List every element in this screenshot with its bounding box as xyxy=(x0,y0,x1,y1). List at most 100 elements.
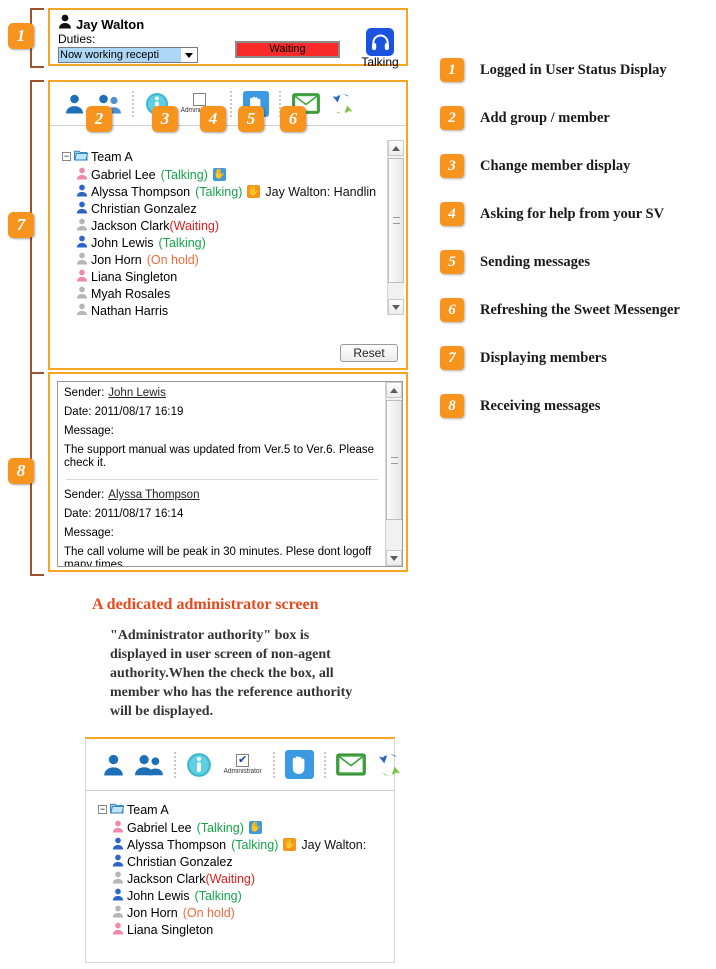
callout-badge-7: 7 xyxy=(8,212,34,238)
message-sender-link[interactable]: John Lewis xyxy=(108,387,166,399)
administrator-checkbox[interactable] xyxy=(193,93,207,106)
message-date-line: Date: 2011/08/17 16:19 xyxy=(64,406,184,418)
legend-label: Sending messages xyxy=(480,254,590,270)
inline-message: Jay Walton: xyxy=(301,837,367,852)
member-name: Jon Horn xyxy=(91,252,142,267)
status-talking: (Talking) xyxy=(194,888,242,903)
raise-hand-icon: ✋ xyxy=(283,838,297,851)
member-name: John Lewis xyxy=(127,888,190,903)
status-talking: (Talking) xyxy=(196,820,244,835)
message-divider xyxy=(66,479,378,480)
messages-scroll-up-button[interactable] xyxy=(386,382,402,398)
collapse-expander-icon[interactable]: − xyxy=(62,152,71,161)
member-list-item[interactable]: Nathan Harris xyxy=(62,302,388,315)
logged-in-user: Jay Walton xyxy=(58,14,144,34)
raise-hand-icon: ✋ xyxy=(212,168,226,181)
person-icon xyxy=(76,303,88,315)
messages-scrollbar-grip xyxy=(390,456,398,464)
messages-scrollbar-thumb[interactable] xyxy=(386,400,402,520)
legend-label: Asking for help from your SV xyxy=(480,206,665,222)
tree-root-row[interactable]: − Team A xyxy=(62,148,388,165)
info-icon[interactable] xyxy=(186,752,212,778)
legend-item: 7 Displaying members xyxy=(440,346,710,394)
mail-envelope-icon[interactable] xyxy=(336,753,367,776)
status-talking: (Talking) xyxy=(158,235,206,250)
user-name: Jay Walton xyxy=(76,16,145,32)
message-sender-link[interactable]: Alyssa Thompson xyxy=(108,489,199,501)
scroll-down-button[interactable] xyxy=(388,299,404,315)
status-talking: (Talking) xyxy=(195,184,243,199)
member-list-item[interactable]: Myah Rosales xyxy=(62,285,388,302)
member-list-item[interactable]: Liana Singleton xyxy=(62,268,388,285)
administrator-checkbox[interactable] xyxy=(236,754,250,767)
refresh-arrows-icon[interactable] xyxy=(330,92,355,116)
duties-select[interactable]: Now working recepti xyxy=(58,47,198,63)
administrator-screen-panel: Administrator − Team A Gabriel Lee (Talking… xyxy=(85,737,401,963)
legend-number-badge: 1 xyxy=(440,58,464,82)
legend-item: 6 Refreshing the Sweet Messenger xyxy=(440,298,710,346)
member-list-item[interactable]: Liana Singleton xyxy=(98,921,394,938)
member-list-item[interactable]: Jon Horn (On hold) xyxy=(62,251,388,268)
collapse-expander-icon[interactable]: − xyxy=(98,805,107,814)
person-icon xyxy=(112,888,124,904)
member-list-item[interactable]: John Lewis (Talking) xyxy=(98,887,394,904)
member-list-item[interactable]: Jackson Clark (Waiting) xyxy=(62,217,388,234)
person-icon xyxy=(76,252,88,268)
status-talking: (Talking) xyxy=(231,837,279,852)
talking-label: Talking xyxy=(361,55,399,69)
legend-item: 2 Add group / member xyxy=(440,106,710,154)
raise-hand-icon: ✋ xyxy=(247,185,261,198)
add-member-icon[interactable] xyxy=(102,753,125,776)
scroll-up-button[interactable] xyxy=(388,140,404,156)
member-list-item[interactable]: Christian Gonzalez xyxy=(62,200,388,217)
administrator-checkbox-group[interactable]: Administrator xyxy=(222,754,263,775)
waiting-status-button[interactable]: Waiting xyxy=(235,41,340,58)
person-icon xyxy=(76,269,88,285)
refresh-arrows-icon[interactable] xyxy=(376,752,403,778)
messages-scrollbar[interactable] xyxy=(385,382,402,566)
member-list-scrollbar[interactable] xyxy=(387,140,404,315)
member-name: Alyssa Thompson xyxy=(127,837,227,852)
member-name: Jon Horn xyxy=(127,905,178,920)
chevron-down-icon[interactable] xyxy=(181,48,197,62)
toolbar-divider-1 xyxy=(174,751,176,778)
logged-in-user-status-panel: Jay Walton Duties: Now working recepti W… xyxy=(48,8,408,69)
talking-status[interactable]: Talking xyxy=(360,28,400,69)
person-icon xyxy=(112,922,124,938)
member-list-item[interactable]: Jon Horn (On hold) xyxy=(98,904,394,921)
member-name: John Lewis xyxy=(91,235,154,250)
administrator-toolbar: Administrator xyxy=(86,739,401,791)
add-member-icon[interactable] xyxy=(64,93,85,114)
callout-badge-5: 5 xyxy=(238,106,264,132)
person-icon xyxy=(112,871,124,887)
member-list-item[interactable]: Alyssa Thompson (Talking) ✋ Jay Walton: xyxy=(98,836,394,853)
member-name: Gabriel Lee xyxy=(127,820,192,835)
member-list-item[interactable]: Gabriel Lee (Talking) ✋ xyxy=(98,819,394,836)
member-list-item[interactable]: Jackson Clark (Waiting) xyxy=(98,870,394,887)
member-tree: − Team A Gabriel Lee (Talking) ✋ Alyssa Thomp… xyxy=(52,140,388,315)
person-icon xyxy=(76,167,88,183)
legend-item: 5 Sending messages xyxy=(440,250,710,298)
member-list-item[interactable]: John Lewis (Talking) xyxy=(62,234,388,251)
member-list-item[interactable]: Gabriel Lee (Talking) ✋ xyxy=(62,166,388,183)
add-group-icon[interactable] xyxy=(135,753,164,776)
person-icon xyxy=(112,837,124,853)
tree-root-row[interactable]: − Team A xyxy=(98,801,394,818)
message-body: The call volume will be peak in 30 minut… xyxy=(64,546,372,567)
legend-number-badge: 5 xyxy=(440,250,464,274)
duties-label: Duties: xyxy=(58,32,96,46)
member-name: Nathan Harris xyxy=(91,303,169,316)
messages-scroll-down-button[interactable] xyxy=(386,550,402,566)
person-icon xyxy=(58,14,72,34)
status-waiting: (Waiting) xyxy=(169,218,220,233)
person-icon xyxy=(112,820,124,836)
scrollbar-thumb[interactable] xyxy=(388,158,404,283)
member-list-item[interactable]: Christian Gonzalez xyxy=(98,853,394,870)
person-icon xyxy=(112,905,124,921)
member-list-item[interactable]: Alyssa Thompson (Talking) ✋ Jay Walton: Han… xyxy=(62,183,388,200)
raise-hand-icon[interactable] xyxy=(285,750,315,779)
reset-button[interactable]: Reset xyxy=(340,344,398,362)
person-icon xyxy=(76,286,88,302)
legend-label: Receiving messages xyxy=(480,398,601,414)
person-icon xyxy=(76,218,88,234)
